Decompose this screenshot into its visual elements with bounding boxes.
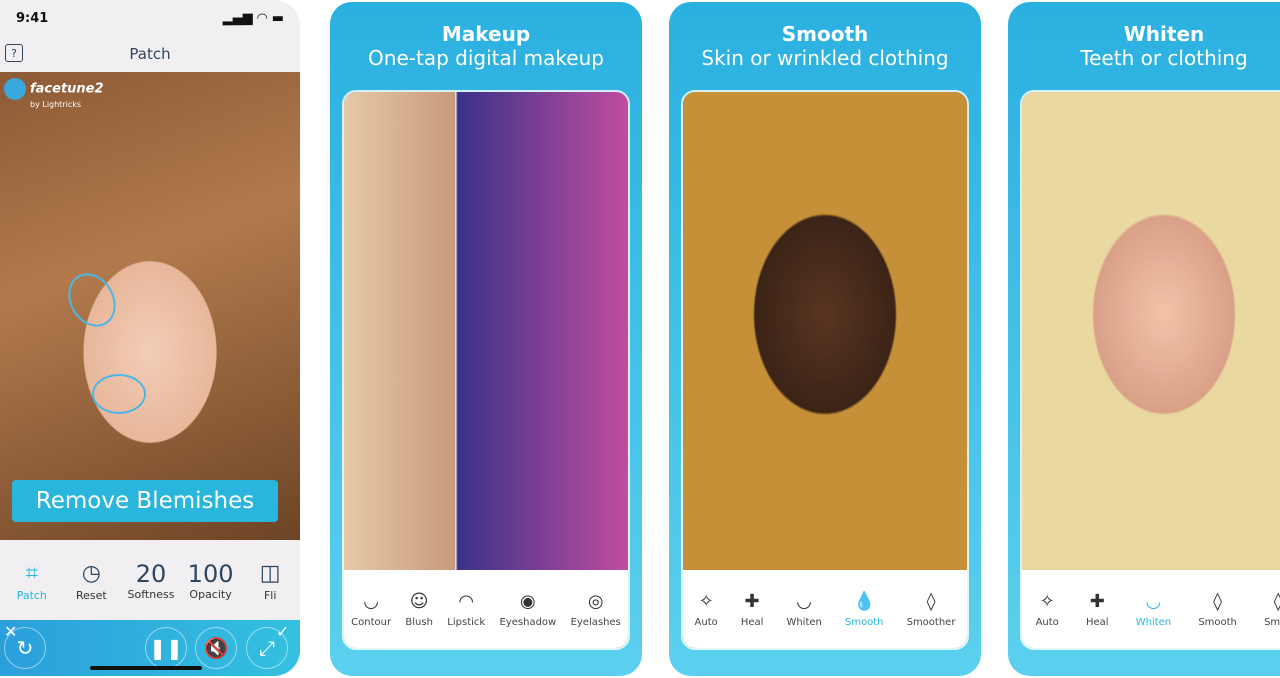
tool-contour[interactable]: ◡ Contour (351, 591, 391, 628)
tool-label: Smooth (844, 616, 884, 628)
smoother-icon: ◊ (1264, 591, 1280, 617)
smooth-icon: ◊ (1213, 590, 1223, 612)
tool-auto[interactable]: ✧ Auto (1036, 591, 1059, 628)
tool-heal[interactable]: ✚ Heal (741, 591, 764, 628)
tool-label: Auto (1035, 616, 1059, 628)
promo-card-smooth: Smooth Skin or wrinkled clothing ✧ Auto ✚ Hea… (669, 2, 981, 676)
tool-label: Smoother (906, 616, 956, 628)
smooth-icon: 💧 (853, 590, 876, 612)
heal-icon: ✚ (744, 590, 760, 612)
clock: 9:41 (16, 10, 49, 26)
blush-icon: ☺ (409, 590, 429, 612)
tool-tray: ✧Auto✚Heal◡Whiten◊Smooth◊Smoo (1022, 570, 1280, 648)
tool-label: Smooth (1198, 616, 1237, 628)
mute-button[interactable]: 🔇 (195, 627, 237, 669)
tool-eyeshadow[interactable]: ◉ Eyeshadow (500, 591, 557, 628)
tool-label: Whiten (786, 616, 822, 628)
phone-frame: ✧Auto✚Heal◡Whiten◊Smooth◊Smoo (1020, 90, 1280, 650)
check-icon[interactable]: ✓ (276, 622, 289, 641)
tool-opacity[interactable]: 100 Opacity (181, 560, 241, 601)
tool-patch[interactable]: ⌗ Patch (2, 559, 62, 602)
auto-icon: ✧ (1039, 590, 1055, 612)
tool-label: Heal (1085, 616, 1109, 628)
tool-bar: ⌗ Patch ◷ Reset 20 Softness 100 Opacity ◫ Fli (0, 540, 300, 620)
card-title: Makeup (441, 22, 531, 46)
eyelashes-icon: ◎ (587, 590, 604, 612)
tool-lipstick[interactable]: ◠ Lipstick (447, 591, 485, 628)
tool-label: Lipstick (447, 616, 486, 628)
contour-icon: ◡ (363, 590, 379, 612)
facetune-logo: facetune2 by Lightricks (4, 78, 104, 109)
flip-icon: ◫ (259, 561, 281, 586)
tool-blush[interactable]: ☺ Blush (405, 591, 433, 628)
photo (683, 92, 967, 648)
tool-label: Heal (740, 616, 764, 628)
tool-label: Contour (351, 616, 392, 628)
feature-badge: Remove Blemishes (12, 480, 278, 522)
phone-frame: ◡ Contour ☺ Blush ◠ Lipstick ◉ Eyeshadow ◎ Eyelas… (342, 90, 630, 650)
tool-tray: ✧ Auto ✚ Heal ◡ Whiten 💧 Smooth ◊ Smoother (683, 570, 967, 648)
photo (344, 92, 628, 648)
auto-icon: ✧ (698, 590, 714, 612)
tool-label: Eyeshadow (499, 616, 557, 628)
status-bar: 9:41 ▂▄▆ ◠ ▬ (0, 0, 300, 36)
tool-heal[interactable]: ✚ Heal (1086, 591, 1109, 628)
replay-icon: ↻ (16, 636, 34, 660)
tool-whiten[interactable]: ◡ Whiten (786, 591, 821, 628)
status-icons: ▂▄▆ ◠ ▬ (222, 10, 284, 26)
nav-bar: ? Patch (0, 36, 300, 72)
card-subtitle: Teeth or clothing (1080, 46, 1248, 70)
whiten-icon: ◡ (1145, 590, 1162, 612)
tool-smoo[interactable]: ◊Smoo (1264, 591, 1280, 628)
heal-icon: ✚ (1089, 590, 1105, 612)
tool-label: Whiten (1135, 616, 1172, 628)
photo-woman: facetune2 by Lightricks Remove Blemishes (0, 72, 300, 540)
lipstick-icon: ◠ (458, 590, 475, 612)
tool-smooth[interactable]: 💧 Smooth (845, 591, 884, 628)
tool-label: Smoo (1264, 616, 1280, 628)
reset-icon: ◷ (81, 561, 101, 586)
smoother-icon: ◊ (926, 590, 936, 612)
card-subtitle: Skin or wrinkled clothing (701, 46, 949, 70)
tool-smoother[interactable]: ◊ Smoother (907, 591, 956, 628)
expand-icon: ⤢ (259, 636, 275, 660)
tool-label: Auto (694, 616, 718, 628)
whiten-icon: ◡ (796, 590, 813, 612)
phone-frame: ✧ Auto ✚ Heal ◡ Whiten 💧 Smooth ◊ Smoother (681, 90, 969, 650)
phone-screenshot-patch: 9:41 ▂▄▆ ◠ ▬ ? Patch facetune2 by Lightri… (0, 0, 300, 676)
tool-label: Eyelashes (570, 616, 621, 628)
tool-softness[interactable]: 20 Softness (121, 560, 181, 601)
promo-card-whiten: Whiten Teeth or clothing ✧ Auto ✚ Heal ◡ Whiten… (1008, 2, 1280, 676)
tool-smooth[interactable]: ◊ Smooth (1198, 591, 1237, 628)
home-indicator (90, 666, 202, 670)
tool-reset[interactable]: ◷ Reset (62, 559, 122, 602)
replay-button[interactable]: ↻ (4, 627, 46, 669)
patch-source-marker[interactable] (58, 264, 126, 336)
tool-whiten[interactable]: ◡ Whiten (1136, 591, 1171, 628)
tool-tray: ◡ Contour ☺ Blush ◠ Lipstick ◉ Eyeshadow ◎ Eyelas… (344, 570, 628, 648)
card-title: Smooth (781, 22, 869, 46)
photo (1022, 92, 1280, 648)
promo-card-makeup: Makeup One-tap digital makeup ◡ Contour ☺ Blu… (330, 2, 642, 676)
tool-eyelashes[interactable]: ◎ Eyelashes (571, 591, 621, 628)
patch-target-marker[interactable] (92, 374, 146, 414)
tool-flip[interactable]: ◫ Fli (240, 559, 300, 602)
patch-icon: ⌗ (25, 561, 38, 586)
mute-icon: 🔇 (203, 636, 229, 660)
page-title: Patch (129, 45, 171, 63)
pause-button[interactable]: ❚❚ (145, 627, 187, 669)
card-subtitle: One-tap digital makeup (368, 46, 604, 70)
eyeshadow-icon: ◉ (520, 590, 536, 612)
pause-icon: ❚❚ (149, 636, 183, 660)
tool-auto[interactable]: ✧ Auto (695, 591, 718, 628)
help-icon[interactable]: ? (5, 44, 23, 62)
tool-label: Blush (405, 616, 433, 628)
card-title: Whiten (1123, 22, 1205, 46)
